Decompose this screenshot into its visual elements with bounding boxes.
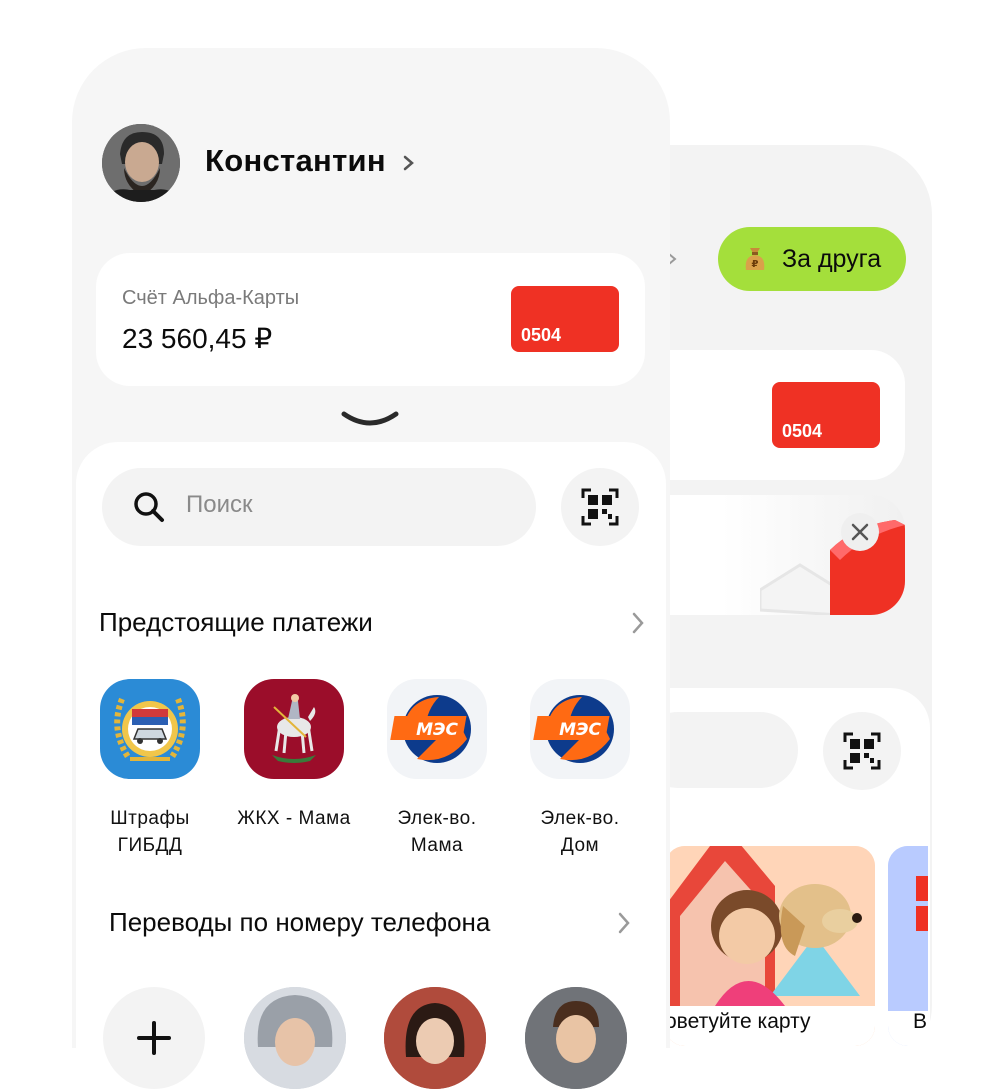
contact-avatar[interactable] bbox=[525, 987, 627, 1089]
account-label: Счёт Альфа-Карты bbox=[122, 287, 300, 309]
payment-label: ЖКХ - Мама bbox=[224, 805, 364, 832]
phone-transfers-title[interactable]: Переводы по номеру телефона bbox=[109, 907, 490, 938]
contact-photo bbox=[525, 987, 627, 1089]
chevron-right-icon[interactable] bbox=[402, 154, 416, 172]
gibdd-fines-icon[interactable] bbox=[100, 679, 200, 779]
payment-label-line1: Элек-во. bbox=[397, 808, 477, 829]
mes-logo-text: МЭС bbox=[416, 720, 458, 740]
payment-label: Элек-во. Дом bbox=[510, 805, 650, 859]
payment-label-line2: ГИБДД bbox=[117, 835, 183, 856]
payment-label-line1: Элек-во. bbox=[540, 808, 620, 829]
mes-logo: МЭС bbox=[533, 695, 614, 763]
mes-logo-text: МЭС bbox=[559, 720, 601, 740]
mes-electricity-icon[interactable]: МЭС bbox=[387, 679, 487, 779]
search-input[interactable] bbox=[102, 468, 536, 546]
payment-label-line1: Штрафы bbox=[110, 808, 190, 829]
upcoming-payments-title[interactable]: Предстоящие платежи bbox=[99, 607, 373, 638]
gibdd-emblem bbox=[114, 697, 186, 761]
moscow-coat-of-arms-icon[interactable] bbox=[244, 679, 344, 779]
qr-code-icon bbox=[581, 488, 619, 526]
back-bank-card-thumbnail[interactable]: 0504 bbox=[772, 382, 880, 448]
chevron-right-icon[interactable] bbox=[616, 911, 632, 935]
balance-decimal: ,45 ₽ bbox=[207, 323, 273, 354]
account-balance: 23 560,45 ₽ bbox=[122, 322, 272, 355]
add-contact-button[interactable] bbox=[103, 987, 205, 1089]
contact-avatar[interactable] bbox=[244, 987, 346, 1089]
svg-text:₽: ₽ bbox=[752, 259, 759, 270]
card-number: 0504 bbox=[521, 325, 562, 345]
promo-card-title: оветуйте карту bbox=[665, 1010, 811, 1033]
expand-chevron-icon[interactable] bbox=[340, 408, 400, 430]
contact-avatar[interactable] bbox=[384, 987, 486, 1089]
invite-friend-button[interactable]: ₽ За друга bbox=[718, 227, 906, 291]
money-bag-icon: ₽ bbox=[745, 248, 765, 270]
close-banner-button[interactable] bbox=[841, 513, 879, 551]
user-photo bbox=[102, 124, 180, 202]
invite-friend-label: За друга bbox=[782, 244, 882, 273]
contact-photo bbox=[244, 987, 346, 1089]
contact-photo bbox=[384, 987, 486, 1089]
balance-integer: 23 560 bbox=[122, 323, 208, 354]
back-card-number: 0504 bbox=[782, 421, 823, 441]
qr-scan-button[interactable] bbox=[561, 468, 639, 546]
payment-label: Штрафы ГИБДД bbox=[80, 805, 220, 859]
user-name[interactable]: Константин bbox=[205, 143, 386, 179]
second-promo-title: В bbox=[913, 1010, 928, 1033]
search-placeholder: Поиск bbox=[186, 491, 253, 518]
payment-label: Элек-во. Мама bbox=[367, 805, 507, 859]
payment-label-line2: Мама bbox=[410, 835, 464, 856]
back-qr-scan-button[interactable] bbox=[823, 712, 901, 790]
mes-electricity-icon[interactable]: МЭС bbox=[530, 679, 630, 779]
house-illustration bbox=[760, 520, 905, 615]
bank-card-thumbnail[interactable]: 0504 bbox=[511, 286, 619, 352]
close-icon bbox=[851, 523, 869, 541]
st-george-emblem bbox=[272, 694, 316, 763]
qr-code-icon bbox=[843, 732, 881, 770]
payment-label-line2: Дом bbox=[560, 835, 600, 856]
chevron-right-icon[interactable] bbox=[630, 611, 646, 635]
payment-label-line1: ЖКХ - Мама bbox=[237, 808, 351, 829]
mes-logo: МЭС bbox=[390, 695, 471, 763]
avatar[interactable] bbox=[102, 124, 180, 202]
plus-icon bbox=[137, 1021, 171, 1055]
search-icon bbox=[134, 492, 164, 522]
